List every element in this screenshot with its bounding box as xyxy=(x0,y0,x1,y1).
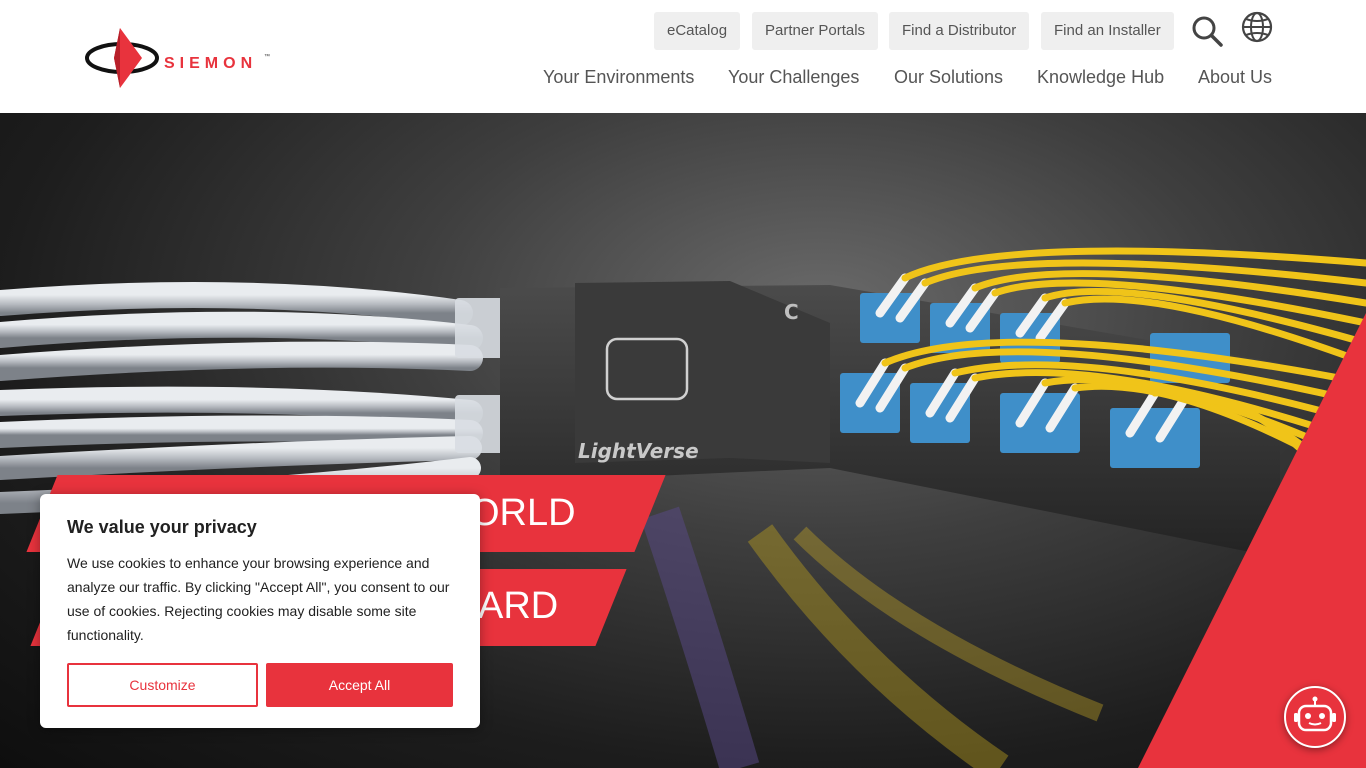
utility-link-ecatalog[interactable]: eCatalog xyxy=(654,12,741,50)
search-icon[interactable] xyxy=(1190,14,1224,48)
siemon-logo-mark xyxy=(85,28,159,88)
headline-line-1: ORLD xyxy=(470,492,576,534)
globe-icon[interactable] xyxy=(1240,10,1274,44)
brand-name: SIEMON xyxy=(164,55,258,72)
nav-about-us[interactable]: About Us xyxy=(1198,67,1272,88)
trademark-symbol: ™ xyxy=(264,54,270,60)
utility-link-find-distributor[interactable]: Find a Distributor xyxy=(889,12,1030,50)
robot-icon xyxy=(1294,696,1336,732)
utility-link-partner-portals[interactable]: Partner Portals xyxy=(752,12,879,50)
nav-knowledge-hub[interactable]: Knowledge Hub xyxy=(1037,67,1164,88)
customize-button[interactable]: Customize xyxy=(67,663,258,707)
nav-your-environments[interactable]: Your Environments xyxy=(543,67,694,88)
nav-your-challenges[interactable]: Your Challenges xyxy=(728,67,859,88)
cookie-description: We use cookies to enhance your browsing … xyxy=(67,555,450,643)
headline-line-2: ARD xyxy=(478,585,559,627)
site-header: SIEMON ™ eCatalog Partner Portals Find a… xyxy=(0,0,1366,113)
utility-link-find-installer[interactable]: Find an Installer xyxy=(1041,12,1174,50)
siemon-logo[interactable]: SIEMON ™ xyxy=(84,26,274,88)
nav-our-solutions[interactable]: Our Solutions xyxy=(894,67,1003,88)
accept-all-button[interactable]: Accept All xyxy=(266,663,453,707)
cookie-consent-dialog: We value your privacy We use cookies to … xyxy=(40,494,480,728)
cookie-title: We value your privacy xyxy=(67,517,257,537)
chatbot-button[interactable] xyxy=(1284,686,1346,748)
